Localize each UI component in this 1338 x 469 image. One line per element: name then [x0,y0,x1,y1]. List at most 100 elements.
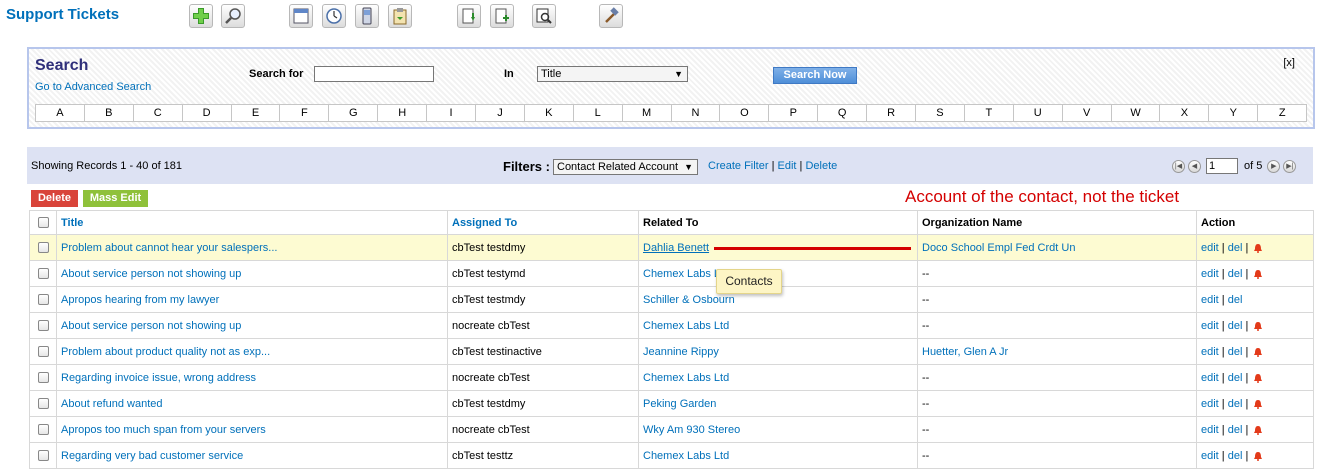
delete-link[interactable]: del [1228,242,1243,254]
previous-page-icon[interactable]: ◀ [1188,159,1201,173]
delete-filter-link[interactable]: Delete [805,160,837,172]
page-number-input[interactable]: 1 [1206,158,1238,174]
related-to-link[interactable]: Schiller & Osbourn [643,294,735,306]
ticket-title-link[interactable]: About service person not showing up [61,320,241,332]
row-checkbox[interactable] [38,294,49,306]
row-checkbox[interactable] [38,424,49,436]
column-header-title[interactable]: Title [56,210,448,235]
alphabet-letter[interactable]: I [427,105,477,121]
alphabet-letter[interactable]: K [525,105,574,121]
ticket-title-link[interactable]: About refund wanted [61,398,163,410]
alphabet-letter[interactable]: L [574,105,623,121]
alphabet-letter[interactable]: P [769,105,819,121]
edit-link[interactable]: edit [1201,398,1219,410]
ticket-title-link[interactable]: Problem about cannot hear your salespers… [61,242,277,254]
edit-link[interactable]: edit [1201,294,1219,306]
delete-link[interactable]: del [1228,450,1243,462]
related-to-link[interactable]: Chemex Labs Ltd [643,320,729,332]
row-checkbox[interactable] [38,268,49,280]
alphabet-letter[interactable]: E [232,105,281,121]
row-checkbox[interactable] [38,450,49,462]
reminder-bell-icon[interactable] [1253,243,1263,253]
search-button[interactable] [221,4,245,28]
delete-link[interactable]: del [1228,424,1243,436]
reminder-bell-icon[interactable] [1253,425,1263,435]
clipboard-button[interactable] [388,4,412,28]
search-now-button[interactable]: Search Now [773,67,857,84]
alphabet-letter[interactable]: N [672,105,721,121]
ticket-title-link[interactable]: Apropos hearing from my lawyer [61,294,219,306]
edit-filter-link[interactable]: Edit [778,160,797,172]
filter-select[interactable]: Contact Related Account ▼ [553,159,698,175]
ticket-title-link[interactable]: About service person not showing up [61,268,241,280]
edit-link[interactable]: edit [1201,346,1219,358]
alphabet-letter[interactable]: M [623,105,672,121]
related-to-link[interactable]: Dahlia Benett [643,242,709,254]
row-checkbox[interactable] [38,346,49,358]
alphabet-letter[interactable]: C [134,105,183,121]
alphabet-letter[interactable]: Y [1209,105,1259,121]
related-to-link[interactable]: Chemex Labs Ltd [643,450,729,462]
calendar-button[interactable] [289,4,313,28]
delete-link[interactable]: del [1228,372,1243,384]
related-to-link[interactable]: Chemex Labs Ltd [643,372,729,384]
alphabet-letter[interactable]: U [1014,105,1063,121]
alphabet-letter[interactable]: A [36,105,85,121]
clock-button[interactable] [322,4,346,28]
ticket-title-link[interactable]: Regarding invoice issue, wrong address [61,372,256,384]
alphabet-letter[interactable]: Q [818,105,868,121]
delete-link[interactable]: del [1228,398,1243,410]
reminder-bell-icon[interactable] [1253,347,1263,357]
delete-link[interactable]: del [1228,294,1243,306]
edit-link[interactable]: edit [1201,242,1219,254]
reminder-bell-icon[interactable] [1253,399,1263,409]
edit-link[interactable]: edit [1201,424,1219,436]
delete-link[interactable]: del [1228,320,1243,332]
edit-link[interactable]: edit [1201,372,1219,384]
delete-button[interactable]: Delete [31,190,78,207]
mass-edit-button[interactable]: Mass Edit [83,190,148,207]
row-checkbox[interactable] [38,242,49,254]
reminder-bell-icon[interactable] [1253,373,1263,383]
related-to-link[interactable]: Peking Garden [643,398,716,410]
last-page-icon[interactable]: ▶| [1283,159,1297,173]
column-header-assigned-to[interactable]: Assigned To [447,210,639,235]
ticket-title-link[interactable]: Apropos too much span from your servers [61,424,266,436]
row-checkbox[interactable] [38,398,49,410]
alphabet-letter[interactable]: X [1160,105,1210,121]
create-filter-link[interactable]: Create Filter [708,160,769,172]
search-input[interactable] [314,66,434,82]
ticket-title-link[interactable]: Regarding very bad customer service [61,450,243,462]
alphabet-letter[interactable]: H [378,105,428,121]
alphabet-letter[interactable]: Z [1258,105,1306,121]
alphabet-letter[interactable]: T [965,105,1014,121]
reminder-bell-icon[interactable] [1253,451,1263,461]
organization-link[interactable]: Doco School Empl Fed Crdt Un [922,242,1075,254]
page-title[interactable]: Support Tickets [6,6,119,23]
alphabet-letter[interactable]: D [183,105,232,121]
row-checkbox[interactable] [38,372,49,384]
related-to-link[interactable]: Jeannine Rippy [643,346,719,358]
import-button[interactable] [457,4,481,28]
row-checkbox[interactable] [38,320,49,332]
alphabet-letter[interactable]: B [85,105,134,121]
alphabet-letter[interactable]: S [916,105,965,121]
reminder-bell-icon[interactable] [1253,321,1263,331]
alphabet-letter[interactable]: W [1112,105,1161,121]
alphabet-letter[interactable]: J [476,105,525,121]
advanced-search-link[interactable]: Go to Advanced Search [35,81,151,93]
edit-link[interactable]: edit [1201,450,1219,462]
reminder-bell-icon[interactable] [1253,269,1263,279]
alphabet-letter[interactable]: G [329,105,379,121]
alphabet-letter[interactable]: F [280,105,330,121]
ticket-title-link[interactable]: Problem about product quality not as exp… [61,346,270,358]
alphabet-letter[interactable]: R [867,105,917,121]
select-all-checkbox[interactable] [38,217,49,229]
add-button[interactable] [189,4,213,28]
related-to-link[interactable]: Wky Am 930 Stereo [643,424,740,436]
edit-link[interactable]: edit [1201,268,1219,280]
settings-button[interactable] [599,4,623,28]
first-page-icon[interactable]: |◀ [1172,159,1185,173]
organization-link[interactable]: Huetter, Glen A Jr [922,346,1008,358]
alphabet-letter[interactable]: O [720,105,770,121]
